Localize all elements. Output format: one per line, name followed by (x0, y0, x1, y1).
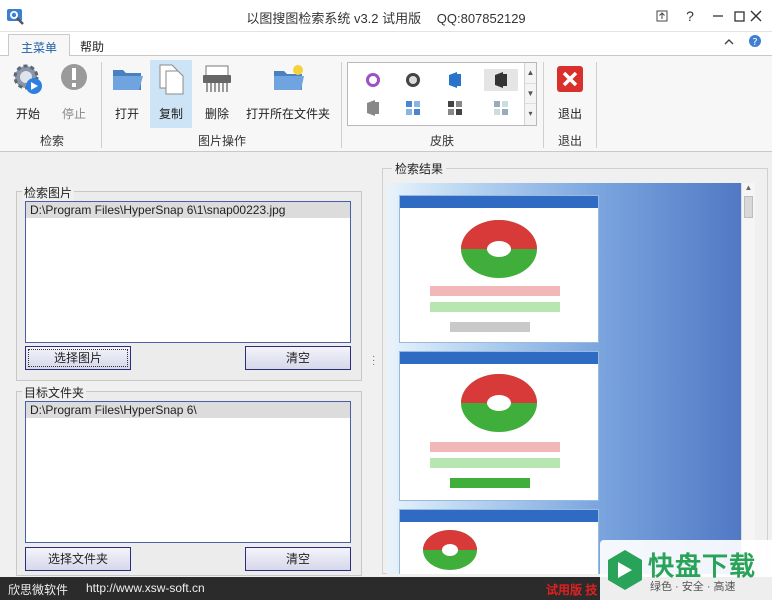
gallery-more-icon[interactable]: ▾ (525, 103, 536, 123)
stop-label: 停止 (61, 107, 86, 121)
clear-image-button[interactable]: 清空 (245, 346, 351, 370)
tab-help[interactable]: 帮助 (68, 34, 116, 57)
open-folder-label: 打开所在文件夹 (245, 107, 330, 121)
folder-star-icon (274, 65, 304, 90)
exit-button-label: 退出 (557, 107, 582, 121)
copy-button[interactable]: 复制 (150, 60, 192, 128)
group-separator (341, 62, 342, 148)
close-button[interactable] (740, 0, 772, 32)
skin-office-gray-icon[interactable] (364, 99, 382, 117)
panel-splitter[interactable]: · · · (372, 352, 376, 370)
exit-button[interactable]: 退出 (550, 60, 590, 128)
app-title: 以图搜图检索系统 v3.2 试用版 (246, 11, 422, 26)
gallery-down-icon[interactable]: ▼ (525, 83, 536, 103)
clear-folder-button[interactable]: 清空 (245, 547, 351, 571)
copy-label: 复制 (158, 107, 183, 121)
start-button[interactable]: 开始 (8, 60, 48, 128)
result-thumbnail[interactable] (399, 351, 599, 501)
skin-purple-icon[interactable] (364, 71, 382, 89)
open-folder-button[interactable]: 打开所在文件夹 (242, 60, 334, 128)
stop-button[interactable]: 停止 (54, 60, 94, 128)
thumbnail-bar (450, 322, 530, 332)
watermark-slogan: 绿色 · 安全 · 高速 (650, 581, 736, 593)
group-separator (101, 62, 102, 148)
delete-button[interactable]: 删除 (198, 60, 236, 128)
results-title: 检索结果 (392, 160, 447, 177)
copy-icon (159, 64, 184, 95)
watermark-logo-icon (608, 550, 642, 590)
search-group-label: 检索 (39, 134, 64, 148)
exit-group-label: 退出 (557, 134, 582, 148)
shredder-icon (203, 65, 231, 92)
exit-x-icon (557, 66, 583, 92)
trial-notice: 试用版 技 (546, 583, 598, 597)
ribbon-tabbar: 主菜单 帮助 ? (0, 32, 772, 57)
thumbnail-bar (450, 478, 530, 488)
thumbnail-pie (423, 530, 477, 570)
thumbnail-header (400, 352, 598, 364)
group-separator (543, 62, 544, 148)
skin-group-label: 皮肤 (429, 134, 454, 148)
target-folder-path[interactable]: D:\Program Files\HyperSnap 6\ (26, 402, 350, 418)
skin-blue-tiles-icon[interactable] (404, 99, 422, 117)
target-folder-list[interactable]: D:\Program Files\HyperSnap 6\ (25, 401, 351, 543)
search-image-path[interactable]: D:\Program Files\HyperSnap 6\1\snap00223… (26, 202, 350, 218)
title-bar: 以图搜图检索系统 v3.2 试用版 QQ:807852129 ? (0, 0, 772, 32)
delete-label: 删除 (204, 107, 229, 121)
thumbnail-pie (461, 374, 537, 432)
search-image-list[interactable]: D:\Program Files\HyperSnap 6\1\snap00223… (25, 201, 351, 343)
gear-play-icon (13, 64, 42, 94)
company-name: 欣思微软件 (8, 583, 69, 597)
skin-dark-tiles-icon[interactable] (446, 99, 464, 117)
thumbnail-bar (430, 286, 560, 296)
skin-office-blue-icon[interactable] (446, 71, 464, 89)
watermark: 快盘下载 绿色 · 安全 · 高速 (600, 540, 772, 600)
start-label: 开始 (15, 107, 40, 121)
thumbnail-bar (430, 302, 560, 312)
ribbon: 开始 停止 检索 打开 复制 删除 打开所在文件夹 图片操作 ▲ ▼ ▾ 皮肤 … (0, 56, 772, 152)
tab-main-menu[interactable]: 主菜单 (8, 34, 71, 57)
search-image-title: 检索图片 (22, 184, 75, 201)
collapse-ribbon-icon[interactable] (724, 36, 734, 50)
skin-office-black-icon[interactable] (484, 69, 518, 91)
thumbnail-header (400, 196, 598, 208)
results-scrollbar[interactable]: ▲ (741, 183, 755, 574)
ribbon-help-icon[interactable]: ? (748, 34, 762, 51)
gallery-up-icon[interactable]: ▲ (525, 63, 536, 83)
select-image-button[interactable]: 选择图片 (25, 346, 131, 370)
thumbnail-bar (430, 442, 560, 452)
open-label: 打开 (114, 107, 139, 121)
skin-dark-icon[interactable] (404, 71, 422, 89)
scroll-up-icon[interactable]: ▲ (742, 183, 755, 192)
stop-icon (61, 64, 87, 90)
target-folder-title: 目标文件夹 (22, 384, 87, 401)
image-ops-group-label: 图片操作 (197, 134, 246, 148)
select-folder-button[interactable]: 选择文件夹 (25, 547, 131, 571)
result-thumbnail[interactable] (399, 195, 599, 343)
skin-gallery[interactable]: ▲ ▼ ▾ (347, 62, 537, 126)
skin-gallery-scrollbar[interactable]: ▲ ▼ ▾ (524, 63, 536, 125)
qq-contact: QQ:807852129 (436, 11, 526, 26)
thumbnail-header (400, 510, 598, 522)
result-thumbnail[interactable] (399, 509, 599, 574)
skin-light-tiles-icon[interactable] (492, 99, 510, 117)
group-separator (596, 62, 597, 148)
folder-open-icon (113, 70, 143, 90)
open-button[interactable]: 打开 (108, 60, 146, 128)
results-view[interactable] (387, 183, 755, 574)
thumbnail-pie (461, 220, 537, 278)
scroll-thumb[interactable] (744, 196, 753, 218)
company-url[interactable]: http://www.xsw-soft.cn (86, 581, 205, 595)
thumbnail-bar (430, 458, 560, 468)
svg-text:?: ? (752, 37, 757, 48)
